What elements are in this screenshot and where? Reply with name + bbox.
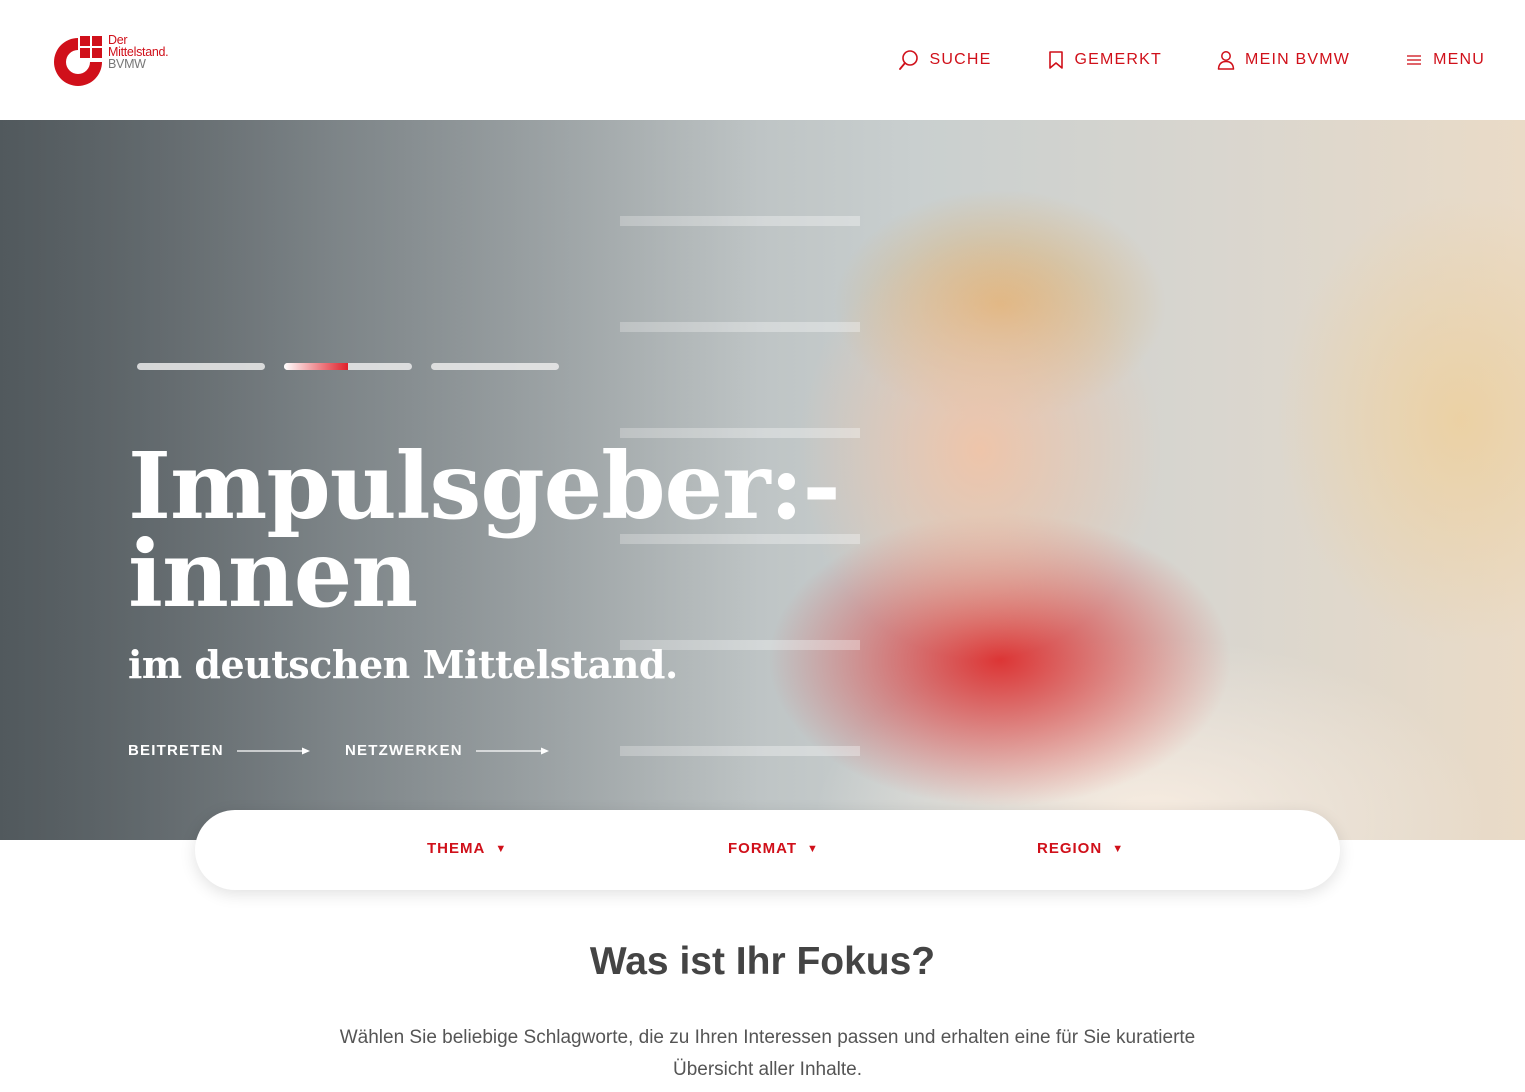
network-link-label: NETZWERKEN bbox=[345, 742, 463, 759]
slide-indicator-2-fill bbox=[284, 363, 348, 370]
slide-indicator-2[interactable] bbox=[284, 363, 412, 370]
arrow-right-icon bbox=[236, 747, 310, 754]
join-link[interactable]: BEITRETEN bbox=[128, 742, 312, 759]
caret-down-icon: ▼ bbox=[807, 842, 819, 855]
join-link-label: BEITRETEN bbox=[128, 742, 224, 759]
focus-section-title: Was ist Ihr Fokus? bbox=[589, 940, 936, 983]
nav-saved[interactable]: GEMERKT bbox=[1047, 50, 1163, 70]
filter-region-dropdown[interactable]: REGION ▼ bbox=[1037, 840, 1124, 857]
caret-down-icon: ▼ bbox=[1112, 842, 1125, 855]
nav-search[interactable]: SUCHE bbox=[898, 49, 992, 71]
slide-progress bbox=[137, 363, 578, 370]
nav-menu-label: MENU bbox=[1433, 51, 1485, 68]
logo-wordmark: Der Mittelstand. BVMW bbox=[108, 34, 169, 71]
nav-account-label: MEIN BVMW bbox=[1245, 51, 1351, 68]
filter-topic-label: THEMA bbox=[427, 840, 486, 857]
hero-subline: im deutschen Mittelstand. bbox=[128, 642, 678, 687]
slide-indicator-1[interactable] bbox=[137, 363, 265, 370]
hero-headline-line-1: Impulsgeber:- bbox=[128, 432, 841, 540]
logo-line-bvmw: BVMW bbox=[108, 57, 146, 71]
hero-slider: Impulsgeber:- innen im deutschen Mittels… bbox=[0, 120, 1525, 840]
site-header: Der Mittelstand. BVMW SUCHE GEMERKT MEIN… bbox=[0, 0, 1525, 120]
user-icon bbox=[1217, 51, 1235, 70]
filter-region-label: REGION bbox=[1037, 840, 1103, 857]
hero-headline: Impulsgeber:- innen bbox=[128, 432, 841, 628]
bvmw-logo[interactable]: Der Mittelstand. BVMW bbox=[50, 34, 190, 90]
caret-down-icon: ▼ bbox=[495, 842, 508, 855]
hamburger-menu-icon bbox=[1407, 55, 1422, 65]
arrow-right-icon bbox=[475, 747, 549, 754]
filter-topic-dropdown[interactable]: THEMA ▼ bbox=[427, 840, 507, 857]
nav-search-label: SUCHE bbox=[929, 51, 992, 68]
focus-section-description: Wählen Sie beliebige Schlagworte, die zu… bbox=[339, 1027, 1196, 1080]
slide-indicator-3[interactable] bbox=[431, 363, 559, 370]
content-filter-bar: THEMA ▼ FORMAT ▼ REGION ▼ bbox=[195, 810, 1340, 890]
filter-format-label: FORMAT bbox=[728, 840, 798, 857]
nav-menu[interactable]: MENU bbox=[1405, 51, 1485, 69]
top-nav: SUCHE GEMERKT MEIN BVMW MENU bbox=[843, 46, 1486, 74]
network-link[interactable]: NETZWERKEN bbox=[345, 742, 551, 759]
nav-saved-label: GEMERKT bbox=[1074, 51, 1163, 68]
nav-account[interactable]: MEIN BVMW bbox=[1217, 50, 1350, 70]
filter-format-dropdown[interactable]: FORMAT ▼ bbox=[728, 840, 819, 857]
search-icon bbox=[898, 50, 918, 70]
logo-mark-icon bbox=[54, 36, 102, 86]
hero-headline-line-2: innen bbox=[128, 520, 418, 628]
bookmark-icon bbox=[1048, 51, 1063, 69]
